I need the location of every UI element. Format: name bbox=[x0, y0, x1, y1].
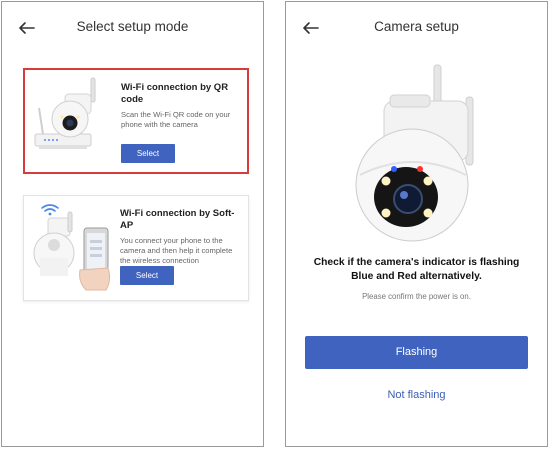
indicator-instruction: Check if the camera's indicator is flash… bbox=[286, 256, 547, 284]
card-description: You connect your phone to the camera and… bbox=[120, 236, 233, 265]
soft-ap-select-button[interactable]: Select bbox=[120, 266, 174, 285]
qr-setup-card[interactable]: Wi-Fi connection by QR code Scan the Wi-… bbox=[23, 68, 249, 174]
arrow-left-icon bbox=[19, 22, 35, 34]
flashing-button[interactable]: Flashing bbox=[305, 336, 528, 369]
power-hint: Please confirm the power is on. bbox=[362, 292, 471, 301]
setup-mode-screen: Select setup mode Wi-Fi connection by QR… bbox=[1, 1, 264, 447]
card-text: Wi-Fi connection by Soft-AP You connect … bbox=[120, 208, 240, 265]
back-button[interactable] bbox=[298, 15, 324, 41]
soft-ap-setup-card[interactable]: Wi-Fi connection by Soft-AP You connect … bbox=[23, 195, 249, 301]
qr-select-button[interactable]: Select bbox=[121, 144, 175, 163]
wifi-icon bbox=[41, 204, 59, 212]
arrow-left-icon bbox=[303, 22, 319, 34]
camera-indicator-illustration bbox=[355, 64, 474, 242]
header: Select setup mode bbox=[2, 2, 263, 54]
camera-phone-illustration bbox=[33, 204, 111, 291]
header: Camera setup bbox=[286, 2, 547, 54]
page-title: Camera setup bbox=[374, 19, 459, 34]
back-button[interactable] bbox=[14, 15, 40, 41]
card-title: Wi-Fi connection by Soft-AP bbox=[120, 208, 235, 231]
not-flashing-link[interactable]: Not flashing bbox=[286, 389, 547, 401]
instruction-line-2: Blue and Red alternatively. bbox=[351, 271, 482, 282]
instruction-line-1: Check if the camera's indicator is flash… bbox=[313, 257, 520, 268]
camera-router-illustration bbox=[34, 77, 96, 149]
card-title: Wi-Fi connection by QR code bbox=[121, 82, 229, 105]
card-text: Wi-Fi connection by QR code Scan the Wi-… bbox=[121, 82, 239, 130]
card-description: Scan the Wi-Fi QR code on your phone wit… bbox=[121, 110, 231, 129]
camera-setup-screen: Camera setup Check if the camera's indic… bbox=[285, 1, 548, 447]
page-title: Select setup mode bbox=[76, 19, 189, 34]
